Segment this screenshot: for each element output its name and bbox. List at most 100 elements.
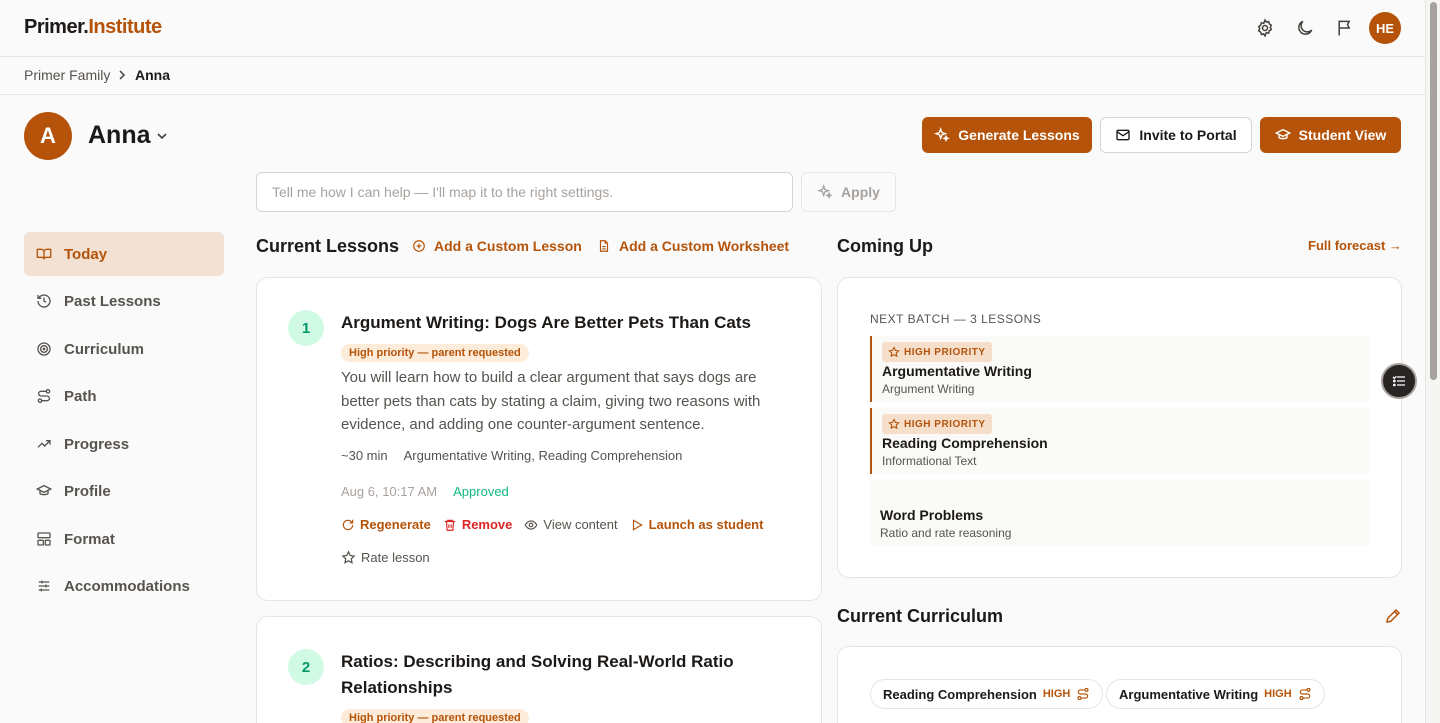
pencil-icon[interactable] [1384,607,1402,625]
route-icon [1076,687,1090,701]
sidebar-item-label: Past Lessons [64,292,161,310]
rate-lesson-label: Rate lesson [361,550,430,565]
generate-lessons-button[interactable]: Generate Lessons [922,117,1092,153]
book-open-icon [36,246,52,262]
view-content-button[interactable]: View content [524,517,618,532]
sidebar-item-label: Profile [64,482,111,500]
add-custom-worksheet-button[interactable]: Add a Custom Worksheet [597,238,789,254]
flag-icon[interactable] [1335,18,1355,38]
star-icon [888,346,900,358]
upcoming-subtitle: Ratio and rate reasoning [880,526,1012,540]
breadcrumb-parent[interactable]: Primer Family [24,67,110,83]
sidebar-item-curriculum[interactable]: Curriculum [24,327,224,371]
upcoming-title: Word Problems [880,507,984,523]
graduation-cap-icon [1274,127,1291,143]
star-icon [888,418,900,430]
remove-button[interactable]: Remove [443,517,512,532]
lesson-title[interactable]: Ratios: Describing and Solving Real-Worl… [341,649,761,701]
lesson-description: You will learn how to build a clear argu… [341,369,761,433]
brand-name: Primer. [24,16,89,38]
upcoming-lesson[interactable]: HIGH PRIORITY Reading Comprehension Info… [870,408,1370,474]
add-custom-lesson-label: Add a Custom Lesson [434,238,582,254]
scrollbar-thumb[interactable] [1430,2,1437,380]
lesson-card: 1 Argument Writing: Dogs Are Better Pets… [256,277,822,601]
sidebar-item-label: Format [64,530,115,548]
lesson-number: 2 [288,649,324,685]
lesson-meta: ~30 min Argumentative Writing, Reading C… [341,448,682,463]
lesson-actions: Regenerate Remove View content Launch as… [341,517,763,532]
graduation-cap-icon [36,483,52,499]
lesson-duration: ~30 min [341,448,388,463]
sidebar-item-accommodations[interactable]: Accommodations [24,564,224,608]
invite-to-portal-label: Invite to Portal [1139,127,1237,143]
star-icon [341,550,356,565]
coming-up-card: NEXT BATCH — 3 LESSONS HIGH PRIORITY Arg… [837,277,1402,578]
invite-to-portal-button[interactable]: Invite to Portal [1100,117,1252,153]
sidebar-item-past-lessons[interactable]: Past Lessons [24,279,224,323]
priority-label: HIGH PRIORITY [904,418,986,430]
upcoming-lesson[interactable]: HIGH PRIORITY Argumentative Writing Argu… [870,336,1370,402]
priority-badge: HIGH PRIORITY [882,414,992,434]
lesson-date: Aug 6, 10:17 AM [341,484,438,499]
sidebar-item-label: Progress [64,435,130,453]
rate-lesson-button[interactable]: Rate lesson [341,550,430,565]
sidebar-item-progress[interactable]: Progress [24,422,224,466]
sidebar-item-profile[interactable]: Profile [24,469,224,513]
play-icon [630,518,644,532]
mail-icon [1115,127,1131,143]
sidebar-item-today[interactable]: Today [24,232,224,276]
launch-as-student-button[interactable]: Launch as student [630,517,764,532]
upcoming-title: Argumentative Writing [882,363,1032,379]
file-text-icon [597,239,611,253]
regenerate-button[interactable]: Regenerate [341,517,431,532]
coming-up-title: Coming Up [837,236,933,256]
priority-badge: High priority — parent requested [341,709,529,723]
priority-badge: HIGH PRIORITY [882,342,992,362]
sparkles-icon [817,184,833,200]
student-view-label: Student View [1298,127,1387,143]
user-avatar[interactable]: HE [1369,12,1401,44]
add-custom-worksheet-label: Add a Custom Worksheet [619,238,790,254]
curriculum-pill[interactable]: Reading Comprehension HIGH [870,679,1104,709]
sidebar-item-path[interactable]: Path [24,374,224,418]
sidebar-item-format[interactable]: Format [24,517,224,561]
sidebar-item-label: Path [64,387,97,405]
lesson-title[interactable]: Argument Writing: Dogs Are Better Pets T… [341,310,761,336]
curriculum-pill[interactable]: Argumentative Writing HIGH [1106,679,1325,709]
breadcrumb-current: Anna [135,67,170,83]
assistant-input[interactable] [256,172,793,212]
launch-as-student-label: Launch as student [648,517,764,532]
curriculum-card: Reading Comprehension HIGH Argumentative… [837,646,1402,723]
sparkles-icon [934,127,950,143]
top-bar: Primer.Institute HE [0,0,1425,57]
apply-label: Apply [841,184,880,200]
scrollbar[interactable] [1425,0,1440,723]
chevron-down-icon[interactable] [156,130,168,142]
full-forecast-link[interactable]: Full forecast → [1308,238,1402,253]
gear-icon[interactable] [1255,18,1275,38]
lesson-topics: Argumentative Writing, Reading Comprehen… [403,448,683,463]
curriculum-pill-label: Argumentative Writing [1119,686,1259,702]
student-name[interactable]: Anna [88,121,151,150]
upcoming-title: Reading Comprehension [882,435,1048,451]
refresh-icon [341,518,355,532]
trending-up-icon [36,436,52,452]
brand-logo[interactable]: Primer.Institute [24,16,162,39]
generate-lessons-label: Generate Lessons [958,127,1080,143]
lesson-card: 2 Ratios: Describing and Solving Real-Wo… [256,616,822,723]
chevron-right-icon [116,69,128,81]
apply-button[interactable]: Apply [801,172,896,212]
lesson-number: 1 [288,310,324,346]
upcoming-subtitle: Argument Writing [882,382,975,396]
regenerate-label: Regenerate [360,517,431,532]
sidebar-item-label: Curriculum [64,340,145,358]
route-icon [1298,687,1312,701]
moon-icon[interactable] [1295,18,1315,38]
upcoming-lesson[interactable]: Word Problems Ratio and rate reasoning [870,480,1370,546]
student-view-button[interactable]: Student View [1260,117,1401,153]
eye-icon [524,518,538,532]
add-custom-lesson-button[interactable]: Add a Custom Lesson [412,238,582,254]
lesson-status-row: Aug 6, 10:17 AM Approved [341,484,509,499]
curriculum-level: HIGH [1264,688,1292,700]
floating-list-button[interactable] [1381,363,1417,399]
